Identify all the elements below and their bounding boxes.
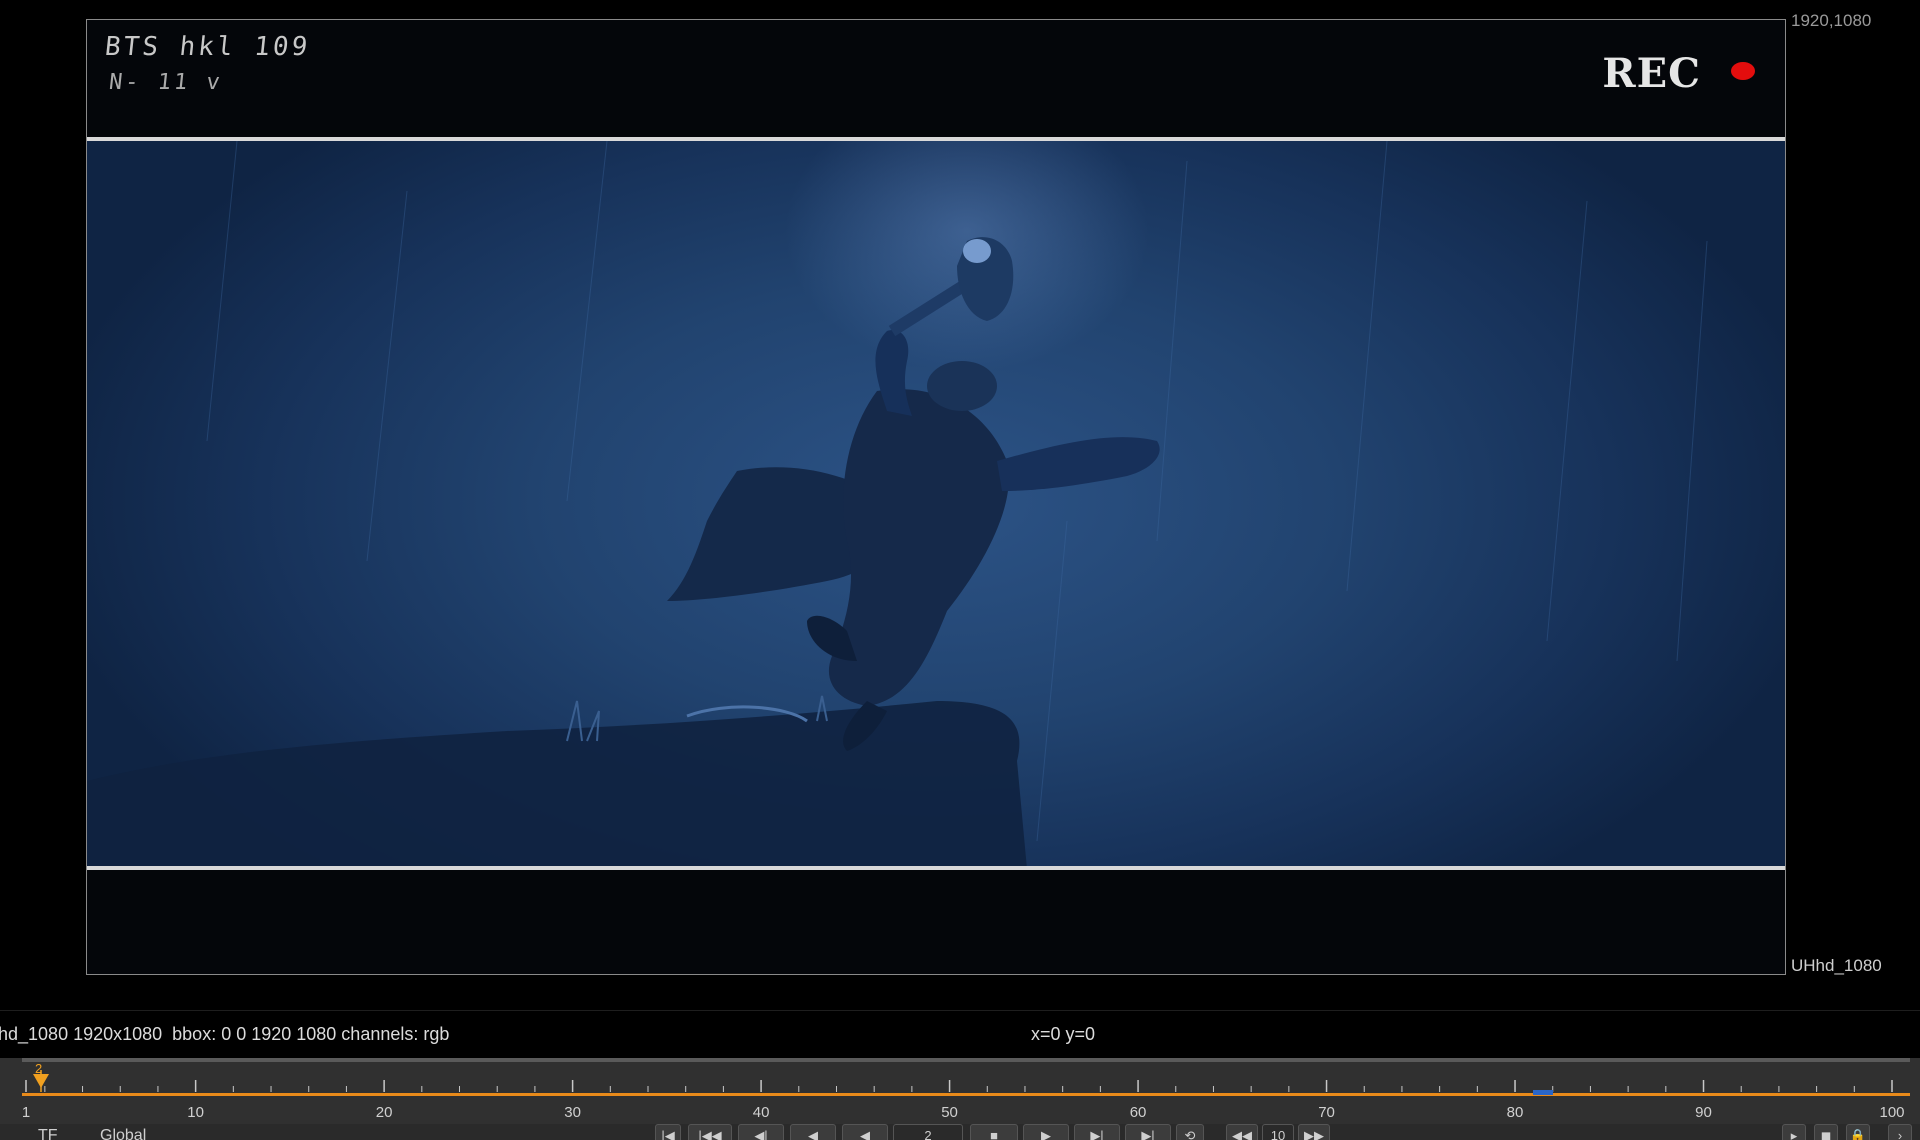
viewer-output-icon[interactable]: ▸ [1782,1124,1806,1140]
format-size-label: 1920,1080 [1791,11,1872,30]
viewer-info-bar: hd_1080 1920x1080 bbox: 0 0 1920 1080 ch… [0,1010,1920,1059]
timeline-tick-label: 100 [1879,1104,1905,1121]
play-forward-icon[interactable]: ▶ [1023,1124,1069,1140]
lock-icon[interactable]: 🔒 [1846,1124,1870,1140]
viewer-panel[interactable]: BTS hkl 109 N- 11 v REC 1920,1080 UHhd_1… [0,0,1920,1010]
skip-start-icon[interactable]: |◀ [655,1124,681,1140]
timeline-tick-label: 1 [21,1104,31,1121]
timeline-tick-label: 10 [187,1104,204,1121]
frame-field[interactable]: 2 [893,1124,963,1140]
storyboard-frame-bottom-line [87,866,1785,870]
stop-icon[interactable]: ■ [970,1124,1018,1140]
next-keyframe-icon[interactable]: ▶| [1074,1124,1120,1140]
handwritten-note-line2: N- 11 v [107,70,225,95]
skip-end-icon[interactable]: ▶| [1125,1124,1171,1140]
timeline-tick-label: 40 [752,1104,770,1121]
loop-icon[interactable]: ⟲ [1176,1124,1204,1140]
chevron-right-icon[interactable]: › [1888,1124,1912,1140]
rewind-icon[interactable]: ◀◀ [1226,1124,1258,1140]
format-info-text: hd_1080 1920x1080 bbox: 0 0 1920 1080 ch… [0,1024,450,1044]
scope-dropdown[interactable]: Global [100,1127,146,1140]
viewer-settings-icon[interactable]: ◼ [1814,1124,1838,1140]
timeline-tick-label: 20 [375,1104,393,1121]
timeline-ticks[interactable] [22,1072,1910,1102]
timeline-tick-label: 70 [1318,1104,1335,1121]
prev-keyframe-icon[interactable]: |◀◀ [688,1124,732,1140]
timeline-tick-label: 60 [1129,1104,1147,1121]
timeline-tick-label: 80 [1506,1104,1524,1121]
storyboard-image [87,141,1785,869]
transport-controls: TF Global |◀ |◀◀ ◀| ◀ ◀ 2 ■ ▶ ▶| ▶| ⟲ ◀◀… [0,1124,1920,1140]
timeline-top-strip [22,1058,1910,1062]
cached-range-marker [1533,1090,1553,1095]
playhead-icon[interactable] [32,1070,50,1092]
timeline[interactable]: 1 10 20 30 40 50 60 70 80 90 100 2 [0,1058,1920,1124]
step-back-1-icon[interactable]: ◀ [790,1124,836,1140]
fast-forward-icon[interactable]: ▶▶ [1298,1124,1330,1140]
rec-indicator-dot [1731,62,1755,80]
fps-dropdown[interactable]: TF [38,1127,58,1140]
storyboard-painting [87,141,1708,869]
play-backward-icon[interactable]: ◀ [842,1124,888,1140]
timeline-tick-label: 30 [564,1104,581,1121]
cursor-coords-text: x=0 y=0 [1031,1024,1096,1044]
format-bounding-box: BTS hkl 109 N- 11 v REC [86,19,1786,975]
timeline-tick-label: 90 [1695,1104,1712,1121]
handwritten-note-line1: BTS hkl 109 [103,32,312,62]
step-back-icon[interactable]: ◀| [738,1124,784,1140]
increment-field[interactable]: 10 [1262,1124,1294,1140]
frame-range-bar [22,1093,1910,1096]
format-name-label: UHhd_1080 [1791,956,1882,975]
timeline-tick-label: 50 [941,1104,958,1121]
rec-label: REC [1602,50,1701,97]
